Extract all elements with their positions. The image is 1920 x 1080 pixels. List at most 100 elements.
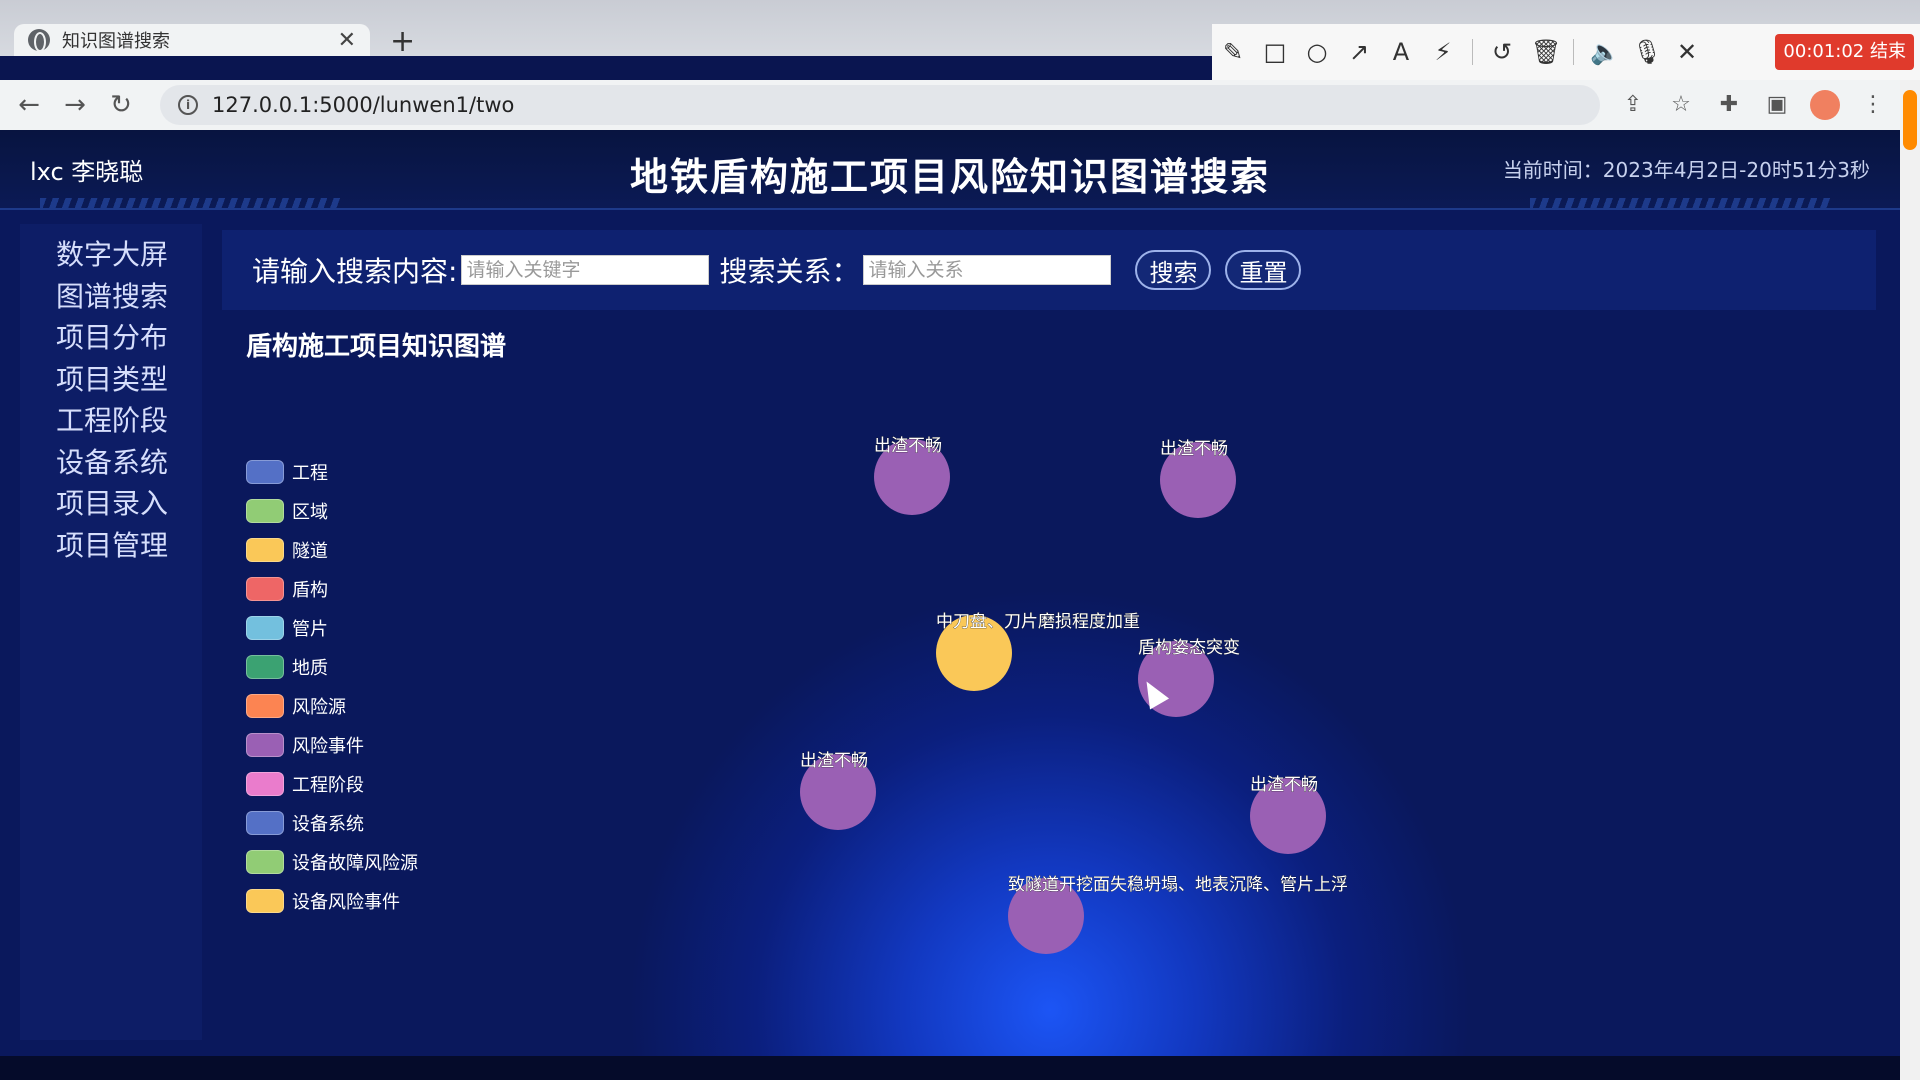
menu-dots-icon[interactable]: ⋮ xyxy=(1858,90,1888,120)
page-bottom xyxy=(0,1056,1900,1080)
legend-label: 工程 xyxy=(292,462,328,484)
legend-item[interactable]: 风险源 xyxy=(246,686,418,725)
legend-swatch xyxy=(246,849,284,874)
pen-icon[interactable]: ✎ xyxy=(1220,39,1246,65)
info-icon[interactable]: i xyxy=(178,95,198,115)
url-field[interactable]: i 127.0.0.1:5000/lunwen1/two xyxy=(160,85,1600,125)
graph-node[interactable]: 出渣不畅 xyxy=(800,751,876,830)
scrollbar[interactable] xyxy=(1900,80,1920,1080)
legend-label: 隧道 xyxy=(292,540,328,562)
legend-swatch xyxy=(246,771,284,796)
reload-icon[interactable]: ↻ xyxy=(104,88,138,122)
legend-label: 设备风险事件 xyxy=(292,891,400,913)
legend-swatch xyxy=(246,693,284,718)
legend-item[interactable]: 工程阶段 xyxy=(246,764,418,803)
graph-node-label: 盾构姿态突变 xyxy=(1138,638,1240,658)
sidebar-item-engineering-stage[interactable]: 工程阶段 xyxy=(20,400,202,442)
sidebar-item-graph-search[interactable]: 图谱搜索 xyxy=(20,276,202,318)
sidebar: 数字大屏 图谱搜索 项目分布 项目类型 工程阶段 设备系统 项目录入 项目管理 xyxy=(20,224,202,1040)
graph-node[interactable]: 致隧道开挖面失稳坍塌、地表沉降、管片上浮 xyxy=(1008,875,1348,954)
legend-item[interactable]: 隧道 xyxy=(246,530,418,569)
search-relation-label: 搜索关系： xyxy=(719,255,860,288)
legend-item[interactable]: 设备故障风险源 xyxy=(246,842,418,881)
back-arrow-icon[interactable]: ← xyxy=(12,88,46,122)
graph-node[interactable]: 出渣不畅 xyxy=(1250,775,1326,854)
graph-title: 盾构施工项目知识图谱 xyxy=(246,332,507,362)
trash-icon[interactable]: 🗑 xyxy=(1531,39,1561,65)
toolbar-divider xyxy=(1573,39,1574,65)
extensions-icon[interactable]: ✚ xyxy=(1714,90,1744,120)
legend-item[interactable]: 风险事件 xyxy=(246,725,418,764)
legend-label: 区域 xyxy=(292,501,328,523)
url-text: 127.0.0.1:5000/lunwen1/two xyxy=(212,93,515,117)
graph-node-label: 出渣不畅 xyxy=(1250,775,1318,795)
keyword-input[interactable] xyxy=(461,255,710,285)
tab-close-button[interactable]: ✕ xyxy=(338,28,356,53)
legend-item[interactable]: 地质 xyxy=(246,647,418,686)
legend-item[interactable]: 设备风险事件 xyxy=(246,881,418,920)
sidebar-item-equipment-system[interactable]: 设备系统 xyxy=(20,442,202,484)
rectangle-icon[interactable]: □ xyxy=(1262,39,1288,65)
legend-swatch xyxy=(246,732,284,757)
search-content-label: 请输入搜索内容: xyxy=(252,255,458,288)
text-icon[interactable]: A xyxy=(1388,39,1414,65)
undo-icon[interactable]: ↺ xyxy=(1489,39,1515,65)
legend-swatch xyxy=(246,459,284,484)
profile-avatar[interactable] xyxy=(1810,90,1840,120)
graph-node-label: 出渣不畅 xyxy=(874,436,942,456)
search-button[interactable]: 搜索 xyxy=(1135,250,1212,290)
magic-wand-icon[interactable]: ⚡ xyxy=(1430,39,1456,65)
legend-label: 设备故障风险源 xyxy=(292,852,418,874)
current-time: 当前时间：2023年4月2日-20时51分3秒 xyxy=(1502,158,1870,182)
speaker-icon[interactable]: 🔈 xyxy=(1590,39,1620,65)
legend-swatch xyxy=(246,498,284,523)
legend-swatch xyxy=(246,888,284,913)
legend-item[interactable]: 工程 xyxy=(246,452,418,491)
legend-swatch xyxy=(246,654,284,679)
new-tab-button[interactable]: + xyxy=(390,27,415,57)
arrow-icon[interactable]: ↗ xyxy=(1346,39,1372,65)
circle-icon[interactable]: ○ xyxy=(1304,39,1330,65)
scrollbar-thumb[interactable] xyxy=(1903,90,1917,150)
relation-input[interactable] xyxy=(863,255,1112,285)
close-icon[interactable]: ✕ xyxy=(1674,39,1700,65)
sidebar-item-project-entry[interactable]: 项目录入 xyxy=(20,483,202,525)
legend-label: 风险事件 xyxy=(292,735,364,757)
graph-node[interactable]: 出渣不畅 xyxy=(1160,439,1236,518)
address-bar: ← → ↻ i 127.0.0.1:5000/lunwen1/two ⇪ ☆ ✚… xyxy=(0,80,1920,130)
legend-label: 风险源 xyxy=(292,696,346,718)
sidebar-item-project-distribution[interactable]: 项目分布 xyxy=(20,317,202,359)
tab-title: 知识图谱搜索 xyxy=(62,31,170,52)
graph-node[interactable]: 出渣不畅 xyxy=(874,436,950,515)
sidebar-item-project-type[interactable]: 项目类型 xyxy=(20,359,202,401)
legend-item[interactable]: 区域 xyxy=(246,491,418,530)
graph-legend: 工程区域隧道盾构 管片地质风险源风险事件工程阶段设备系统设备故障风险源 设备风险事件 xyxy=(246,452,418,920)
recorder-toolbar: ✎ □ ○ ↗ A ⚡ ↺ 🗑 🔈 🎙 ✕ 00:01:02 结束 xyxy=(1212,24,1920,80)
legend-item[interactable]: 盾构 xyxy=(246,569,418,608)
app-page: lxc 李晓聪 地铁盾构施工项目风险知识图谱搜索 当前时间：2023年4月2日-… xyxy=(0,130,1900,1080)
graph-node-label: 出渣不畅 xyxy=(800,751,868,771)
side-panel-icon[interactable]: ▣ xyxy=(1762,90,1792,120)
search-panel: 请输入搜索内容: 搜索关系： 搜索 重置 xyxy=(222,230,1876,310)
legend-swatch xyxy=(246,537,284,562)
legend-label: 地质 xyxy=(292,657,328,679)
microphone-icon[interactable]: 🎙 xyxy=(1632,39,1662,65)
graph-node[interactable]: 中刀盘、刀片磨损程度加重 xyxy=(936,612,1140,691)
forward-arrow-icon[interactable]: → xyxy=(58,88,92,122)
bookmark-star-icon[interactable]: ☆ xyxy=(1666,90,1696,120)
sidebar-item-digital-screen[interactable]: 数字大屏 xyxy=(20,234,202,276)
legend-swatch xyxy=(246,810,284,835)
sidebar-item-project-management[interactable]: 项目管理 xyxy=(20,525,202,567)
legend-item[interactable]: 设备系统 xyxy=(246,803,418,842)
graph-node-label: 中刀盘、刀片磨损程度加重 xyxy=(936,612,1140,632)
recording-stop-button[interactable]: 00:01:02 结束 xyxy=(1775,34,1914,70)
browser-tab[interactable]: 知识图谱搜索 ✕ xyxy=(14,24,370,56)
globe-icon xyxy=(28,29,50,52)
graph-node-label: 出渣不畅 xyxy=(1160,439,1228,459)
reset-button[interactable]: 重置 xyxy=(1225,250,1302,290)
share-icon[interactable]: ⇪ xyxy=(1618,90,1648,120)
graph-node-label: 致隧道开挖面失稳坍塌、地表沉降、管片上浮 xyxy=(1008,875,1348,895)
legend-swatch xyxy=(246,615,284,640)
legend-item[interactable]: 管片 xyxy=(246,608,418,647)
legend-label: 设备系统 xyxy=(292,813,364,835)
